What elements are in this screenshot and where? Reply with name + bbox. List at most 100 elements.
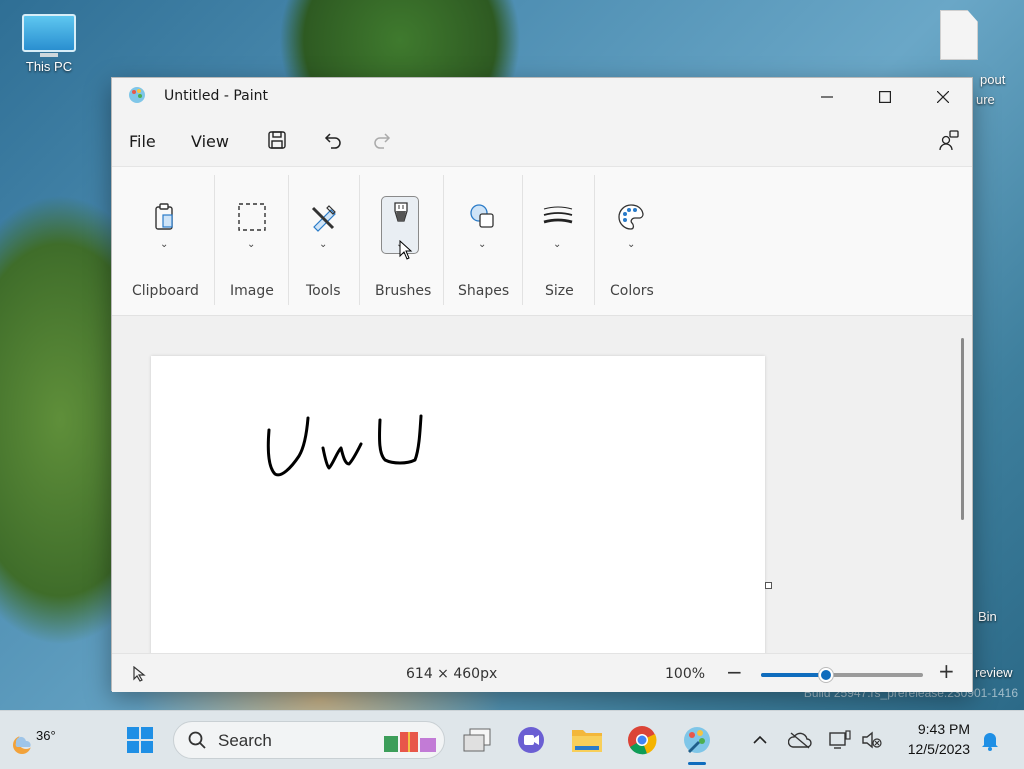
title-bar[interactable]: Untitled - Paint <box>112 78 972 116</box>
maximize-button[interactable] <box>856 78 914 116</box>
desktop-icon-this-pc[interactable]: This PC <box>14 14 84 74</box>
ribbon-label-tools: Tools <box>306 283 341 299</box>
active-app-indicator <box>688 762 706 765</box>
chevron-up-icon <box>753 735 767 744</box>
ribbon-label-shapes: Shapes <box>458 283 510 299</box>
volume-button[interactable] <box>856 724 888 756</box>
account-icon <box>939 130 959 151</box>
selection-icon <box>232 197 272 237</box>
teams-button[interactable] <box>515 724 547 756</box>
close-icon <box>937 91 949 103</box>
chevron-down-icon: ⌄ <box>553 239 562 250</box>
account-button[interactable] <box>937 128 961 152</box>
taskbar: 36° Search 9:43 PM 12/5/2023 <box>0 710 1024 769</box>
pointer-position-icon <box>133 666 146 682</box>
vertical-scrollbar[interactable] <box>961 338 964 520</box>
shapes-icon <box>463 197 503 237</box>
menu-view[interactable]: View <box>191 132 229 151</box>
clipboard-icon <box>144 197 184 237</box>
zoom-in-button[interactable]: + <box>938 659 955 683</box>
task-view-icon <box>463 728 491 752</box>
notifications-button[interactable] <box>974 724 1006 756</box>
document-icon <box>940 10 978 60</box>
mouse-cursor-icon <box>399 240 413 260</box>
search-placeholder: Search <box>218 731 272 750</box>
minimize-button[interactable] <box>798 78 856 116</box>
save-button[interactable] <box>265 128 289 152</box>
chevron-down-icon: ⌄ <box>478 239 487 250</box>
close-button[interactable] <box>914 78 972 116</box>
ribbon-group-colors[interactable]: ⌄ Colors <box>595 167 669 315</box>
ribbon-label-size: Size <box>545 283 574 299</box>
redo-button[interactable] <box>370 128 394 152</box>
search-highlight-gifts-icon <box>384 732 436 752</box>
network-button[interactable] <box>824 724 856 756</box>
zoom-out-button[interactable]: − <box>726 660 743 684</box>
chevron-down-icon: ⌄ <box>319 239 328 250</box>
zoom-slider[interactable] <box>761 668 923 682</box>
desktop-icon-label: This PC <box>25 59 73 74</box>
clock-date: 12/5/2023 <box>907 741 970 757</box>
status-bar: 614 × 460px 100% − + <box>112 653 972 692</box>
chevron-down-icon: ⌄ <box>160 239 169 250</box>
windows-logo-icon <box>127 727 153 753</box>
file-explorer-button[interactable] <box>571 724 603 756</box>
task-view-button[interactable] <box>461 724 493 756</box>
zoom-level[interactable]: 100% <box>665 666 705 682</box>
ribbon-group-size[interactable]: ⌄ Size <box>523 167 593 315</box>
ribbon: ⌄ Clipboard ⌄ Image ⌄ Tools Brushes ⌄ Sh… <box>112 167 972 316</box>
ribbon-group-shapes[interactable]: ⌄ Shapes <box>444 167 522 315</box>
menu-file[interactable]: File <box>129 132 156 151</box>
palette-icon <box>611 197 651 237</box>
cloud-offline-icon <box>788 732 812 749</box>
canvas-drawing <box>266 414 423 477</box>
ribbon-group-clipboard[interactable]: ⌄ Clipboard <box>130 167 214 315</box>
zoom-slider-thumb[interactable] <box>818 668 833 682</box>
chrome-icon <box>628 726 657 755</box>
paint-window: Untitled - Paint File View ⌄ Clipboard ⌄… <box>111 77 973 692</box>
ribbon-label-brushes: Brushes <box>375 283 432 299</box>
onedrive-button[interactable] <box>784 724 816 756</box>
redo-icon <box>374 133 391 149</box>
ribbon-group-tools[interactable]: ⌄ Tools <box>289 167 359 315</box>
clock[interactable]: 9:43 PM 12/5/2023 <box>908 719 970 759</box>
chrome-button[interactable] <box>626 724 658 756</box>
desktop-edge-text: review <box>975 665 1013 680</box>
desktop-icon-document[interactable] <box>924 10 994 60</box>
start-button[interactable] <box>124 724 156 756</box>
taskbar-search[interactable]: Search <box>173 721 445 759</box>
show-hidden-icons-button[interactable] <box>744 724 776 756</box>
network-monitor-icon <box>829 730 851 749</box>
menu-bar: File View <box>112 116 972 167</box>
chevron-down-icon: ⌄ <box>627 239 636 250</box>
search-icon <box>188 731 206 749</box>
desktop-edge-text: Bin <box>978 609 997 624</box>
paint-taskbar-button[interactable] <box>681 724 713 756</box>
weather-widget[interactable]: 36° <box>8 719 68 761</box>
chevron-down-icon: ⌄ <box>247 239 256 250</box>
paint-app-icon <box>684 727 710 753</box>
clock-time: 9:43 PM <box>917 721 970 737</box>
canvas-resize-handle[interactable] <box>765 582 772 589</box>
save-icon <box>268 131 286 149</box>
weather-moon-icon <box>13 733 34 754</box>
undo-icon <box>324 133 341 149</box>
size-lines-icon <box>538 197 578 237</box>
paint-app-icon <box>129 87 145 103</box>
minimize-icon <box>821 96 833 98</box>
canvas-size-readout: 614 × 460px <box>406 666 498 682</box>
drawing-canvas[interactable] <box>151 356 765 653</box>
undo-button[interactable] <box>321 128 345 152</box>
canvas-workspace <box>112 316 972 653</box>
window-title: Untitled - Paint <box>164 88 268 104</box>
weather-temperature: 36° <box>36 728 56 743</box>
ribbon-group-image[interactable]: ⌄ Image <box>215 167 287 315</box>
folder-icon <box>572 730 602 752</box>
monitor-icon <box>22 14 76 52</box>
bell-icon <box>982 733 998 751</box>
brush-icon <box>381 197 421 237</box>
ribbon-label-image: Image <box>230 283 274 299</box>
tools-icon <box>304 197 344 237</box>
desktop-edge-text: ure <box>976 92 995 107</box>
ribbon-label-colors: Colors <box>610 283 654 299</box>
